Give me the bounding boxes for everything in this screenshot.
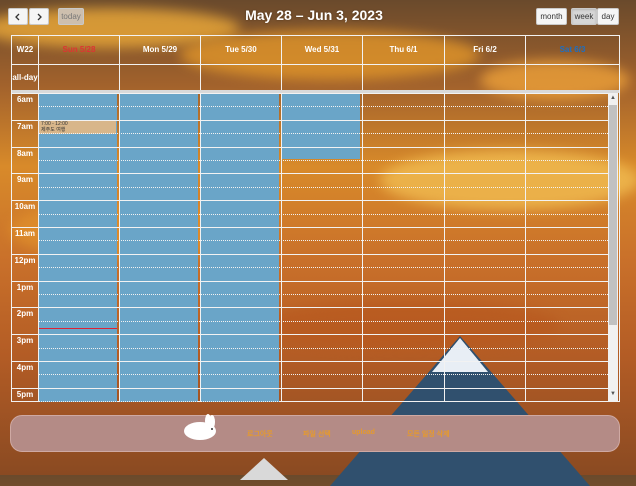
time-label: 7am — [16, 121, 33, 131]
half-hour-line — [38, 347, 608, 349]
calendar-event[interactable] — [39, 93, 117, 402]
logout-link[interactable]: 로그아웃 — [247, 429, 273, 439]
allday-cell[interactable] — [362, 65, 444, 90]
calendar-event-jeju[interactable]: 7:00 - 12:00 제주도 여행 — [39, 120, 116, 134]
background-mountain-small — [240, 458, 288, 480]
allday-label: all-day — [12, 73, 38, 82]
scroll-up-icon[interactable]: ▲ — [610, 95, 616, 101]
rabbit-icon — [184, 414, 216, 440]
view-month-button[interactable]: month — [536, 8, 567, 25]
time-label: 1pm — [16, 282, 34, 292]
upload-link[interactable]: upload — [352, 429, 375, 436]
day-header-thu[interactable]: Thu 6/1 — [362, 36, 444, 64]
time-label: 6am — [16, 95, 33, 104]
hour-line — [12, 387, 608, 389]
half-hour-line — [38, 401, 608, 402]
time-label: 9am — [16, 175, 33, 185]
time-label: 8am — [16, 148, 33, 158]
hour-line — [12, 119, 608, 121]
delete-all-link[interactable]: 모든 일정 삭제 — [407, 429, 450, 439]
day-column-line — [362, 93, 363, 402]
hour-line — [12, 280, 608, 282]
scrollbar[interactable]: ▲ ▼ — [608, 93, 618, 402]
day-column-line — [525, 93, 526, 402]
time-label: 12pm — [14, 255, 36, 265]
page-title: May 28 – Jun 3, 2023 — [245, 7, 383, 23]
allday-cell[interactable] — [38, 65, 119, 90]
allday-cell[interactable] — [444, 65, 525, 90]
time-label: 11am — [14, 229, 36, 238]
hour-line — [12, 200, 608, 202]
time-label: 2pm — [16, 309, 34, 319]
now-indicator — [39, 328, 117, 329]
half-hour-line — [38, 186, 608, 188]
file-select-link[interactable]: 파일 선택 — [303, 429, 331, 439]
week-number: W22 — [16, 45, 34, 54]
half-hour-line — [38, 106, 608, 108]
view-week-button[interactable]: week — [571, 8, 597, 25]
calendar-toolbar: today May 28 – Jun 3, 2023 month week da… — [8, 7, 620, 26]
calendar-event[interactable] — [201, 93, 279, 402]
time-label: 3pm — [16, 336, 34, 346]
time-label: 5pm — [16, 389, 34, 399]
half-hour-line — [38, 374, 608, 376]
day-header-row: W22 Sun 5/28 Mon 5/29 Tue 5/30 Wed 5/31 … — [12, 36, 619, 65]
day-column-line — [281, 93, 282, 402]
hour-line — [12, 253, 608, 255]
half-hour-line — [38, 320, 608, 322]
hour-line — [12, 227, 608, 228]
week-calendar: W22 Sun 5/28 Mon 5/29 Tue 5/30 Wed 5/31 … — [11, 35, 620, 402]
day-column-line — [444, 93, 445, 402]
allday-cell[interactable] — [119, 65, 200, 90]
day-column-line — [119, 93, 120, 402]
time-label: 4pm — [16, 363, 34, 372]
day-header-mon[interactable]: Mon 5/29 — [119, 36, 200, 64]
half-hour-line — [38, 160, 608, 161]
hour-line — [12, 334, 608, 336]
day-header-wed[interactable]: Wed 5/31 — [281, 36, 362, 64]
hour-line — [12, 146, 608, 148]
day-column-line — [200, 93, 201, 402]
half-hour-line — [38, 240, 608, 242]
calendar-event[interactable] — [120, 93, 198, 402]
scroll-down-icon[interactable]: ▼ — [610, 391, 616, 397]
half-hour-line — [38, 294, 608, 295]
scroll-thumb[interactable] — [609, 105, 617, 325]
half-hour-line — [38, 213, 608, 215]
day-header-fri[interactable]: Fri 6/2 — [444, 36, 525, 64]
time-label: 10am — [14, 202, 36, 212]
allday-cell[interactable] — [281, 65, 362, 90]
event-title: 제주도 여행 — [41, 127, 66, 133]
time-grid[interactable]: 7:00 - 12:00 제주도 여행 6am 7am 8am 9am 10am 11am… — [12, 93, 619, 402]
day-column-line — [38, 93, 39, 402]
hour-line — [12, 361, 608, 362]
hour-line — [12, 173, 608, 175]
allday-cell[interactable] — [200, 65, 281, 90]
allday-cell[interactable] — [525, 65, 619, 90]
day-header-sun[interactable]: Sun 5/28 — [38, 36, 119, 64]
day-header-sat[interactable]: Sat 6/3 — [525, 36, 619, 64]
half-hour-line — [38, 133, 608, 135]
day-header-tue[interactable]: Tue 5/30 — [200, 36, 281, 64]
hour-line — [12, 93, 608, 94]
hour-line — [12, 307, 608, 309]
allday-row: all-day — [12, 65, 619, 93]
half-hour-line — [38, 267, 608, 269]
calendar-event[interactable] — [282, 93, 360, 159]
footer-bar: 로그아웃 파일 선택 upload 모든 일정 삭제 — [10, 414, 620, 452]
view-day-button[interactable]: day — [597, 8, 619, 25]
